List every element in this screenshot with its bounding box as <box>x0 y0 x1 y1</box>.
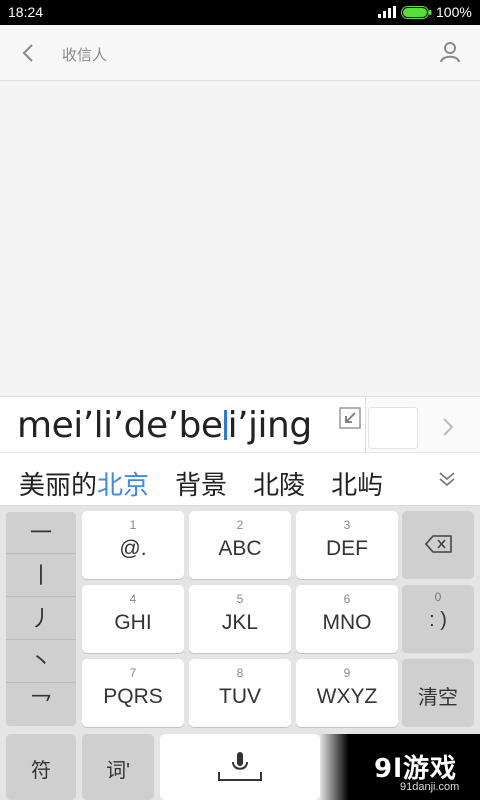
key-number: 3 <box>343 518 351 532</box>
candidate-item[interactable]: 北屿 <box>331 471 383 501</box>
composition-row: mei’li’de’be i’jing <box>0 396 480 453</box>
key-5[interactable]: 5 JKL <box>189 585 291 653</box>
key-number: 6 <box>343 592 351 606</box>
back-arrow-icon[interactable] <box>18 42 40 64</box>
stroke-key[interactable]: 丿 <box>6 598 76 640</box>
status-time: 18:24 <box>8 4 44 20</box>
zero-emoticon-key[interactable]: 0 : ) <box>402 585 474 653</box>
key-label: : ) <box>429 609 447 631</box>
key-label: TUV <box>219 685 261 708</box>
space-key[interactable] <box>160 734 320 800</box>
candidate-first-highlight: 北京 <box>97 471 150 501</box>
signal-icon <box>378 6 396 18</box>
pinyin-text: mei’li’de’be i’jing <box>17 405 312 446</box>
key-label: 符 <box>31 760 51 782</box>
pinyin-input[interactable]: mei’li’de’be i’jing <box>0 397 366 453</box>
send-arrow-icon[interactable] <box>440 417 456 437</box>
clear-key[interactable]: 清空 <box>402 659 474 727</box>
word-key[interactable]: 词' <box>82 734 154 800</box>
key-number: 7 <box>129 666 137 680</box>
symbol-key[interactable]: 符 <box>6 734 76 800</box>
backspace-key[interactable] <box>402 511 474 579</box>
key-number: 2 <box>236 518 244 532</box>
backspace-icon <box>425 535 452 553</box>
key-2[interactable]: 2 ABC <box>189 511 291 579</box>
candidate-item[interactable]: 背景 <box>175 471 227 501</box>
key-label: DEF <box>326 537 368 560</box>
key-number: 5 <box>236 592 244 606</box>
microphone-icon <box>218 752 262 781</box>
key-label: GHI <box>114 611 152 634</box>
key-label: @. <box>119 537 147 560</box>
candidate-item[interactable]: 北陵 <box>253 471 305 501</box>
message-header: 收信人 <box>0 25 480 81</box>
chevron-down-icon[interactable] <box>437 470 457 488</box>
key-4[interactable]: 4 GHI <box>82 585 184 653</box>
key-label: MNO <box>322 611 372 634</box>
key-label: ABC <box>218 537 262 560</box>
key-6[interactable]: 6 MNO <box>296 585 398 653</box>
key-1[interactable]: 1 @. <box>82 511 184 579</box>
stroke-key[interactable]: 丨 <box>6 555 76 597</box>
battery-icon <box>401 6 432 19</box>
key-label: PQRS <box>103 685 163 708</box>
pinyin-after-cursor: i’jing <box>227 405 313 446</box>
collapse-icon[interactable] <box>339 407 361 429</box>
contact-icon[interactable] <box>438 40 462 64</box>
stroke-symbol-column[interactable]: 一 丨 丿 丶 乛 <box>6 512 76 726</box>
pinyin-before-cursor: mei’li’de’be <box>17 405 223 446</box>
message-area <box>0 82 480 396</box>
message-text-field[interactable] <box>368 407 418 449</box>
battery-percent: 100% <box>436 4 472 20</box>
stroke-key[interactable]: 一 <box>6 512 76 554</box>
key-number: 8 <box>236 666 244 680</box>
stroke-key[interactable]: 丶 <box>6 641 76 683</box>
key-number: 4 <box>129 592 137 606</box>
recipient-field[interactable]: 收信人 <box>62 44 107 65</box>
key-label: 词' <box>106 760 130 782</box>
candidate-fade <box>380 453 430 505</box>
candidate-list: 美丽的北京 背景 北陵 北屿 <box>19 465 409 502</box>
candidate-first-plain: 美丽的 <box>19 471 98 501</box>
key-number: 0 <box>434 590 442 604</box>
key-3[interactable]: 3 DEF <box>296 511 398 579</box>
watermark-url: 91danji.com <box>400 781 460 793</box>
key-label: WXYZ <box>316 685 378 708</box>
candidate-bar: 美丽的北京 背景 北陵 北屿 <box>0 452 480 506</box>
key-label: JKL <box>221 611 259 634</box>
key-8[interactable]: 8 TUV <box>189 659 291 727</box>
key-number: 9 <box>343 666 351 680</box>
candidate-first[interactable]: 美丽的北京 <box>19 471 149 501</box>
key-number: 1 <box>129 518 137 532</box>
status-bar: 18:24 100% <box>0 0 480 25</box>
key-9[interactable]: 9 WXYZ <box>296 659 398 727</box>
stroke-key[interactable]: 乛 <box>6 684 76 726</box>
key-label: 清空 <box>418 687 458 709</box>
watermark-logo: 9l游戏 <box>374 754 458 784</box>
text-cursor <box>223 410 227 440</box>
key-7[interactable]: 7 PQRS <box>82 659 184 727</box>
